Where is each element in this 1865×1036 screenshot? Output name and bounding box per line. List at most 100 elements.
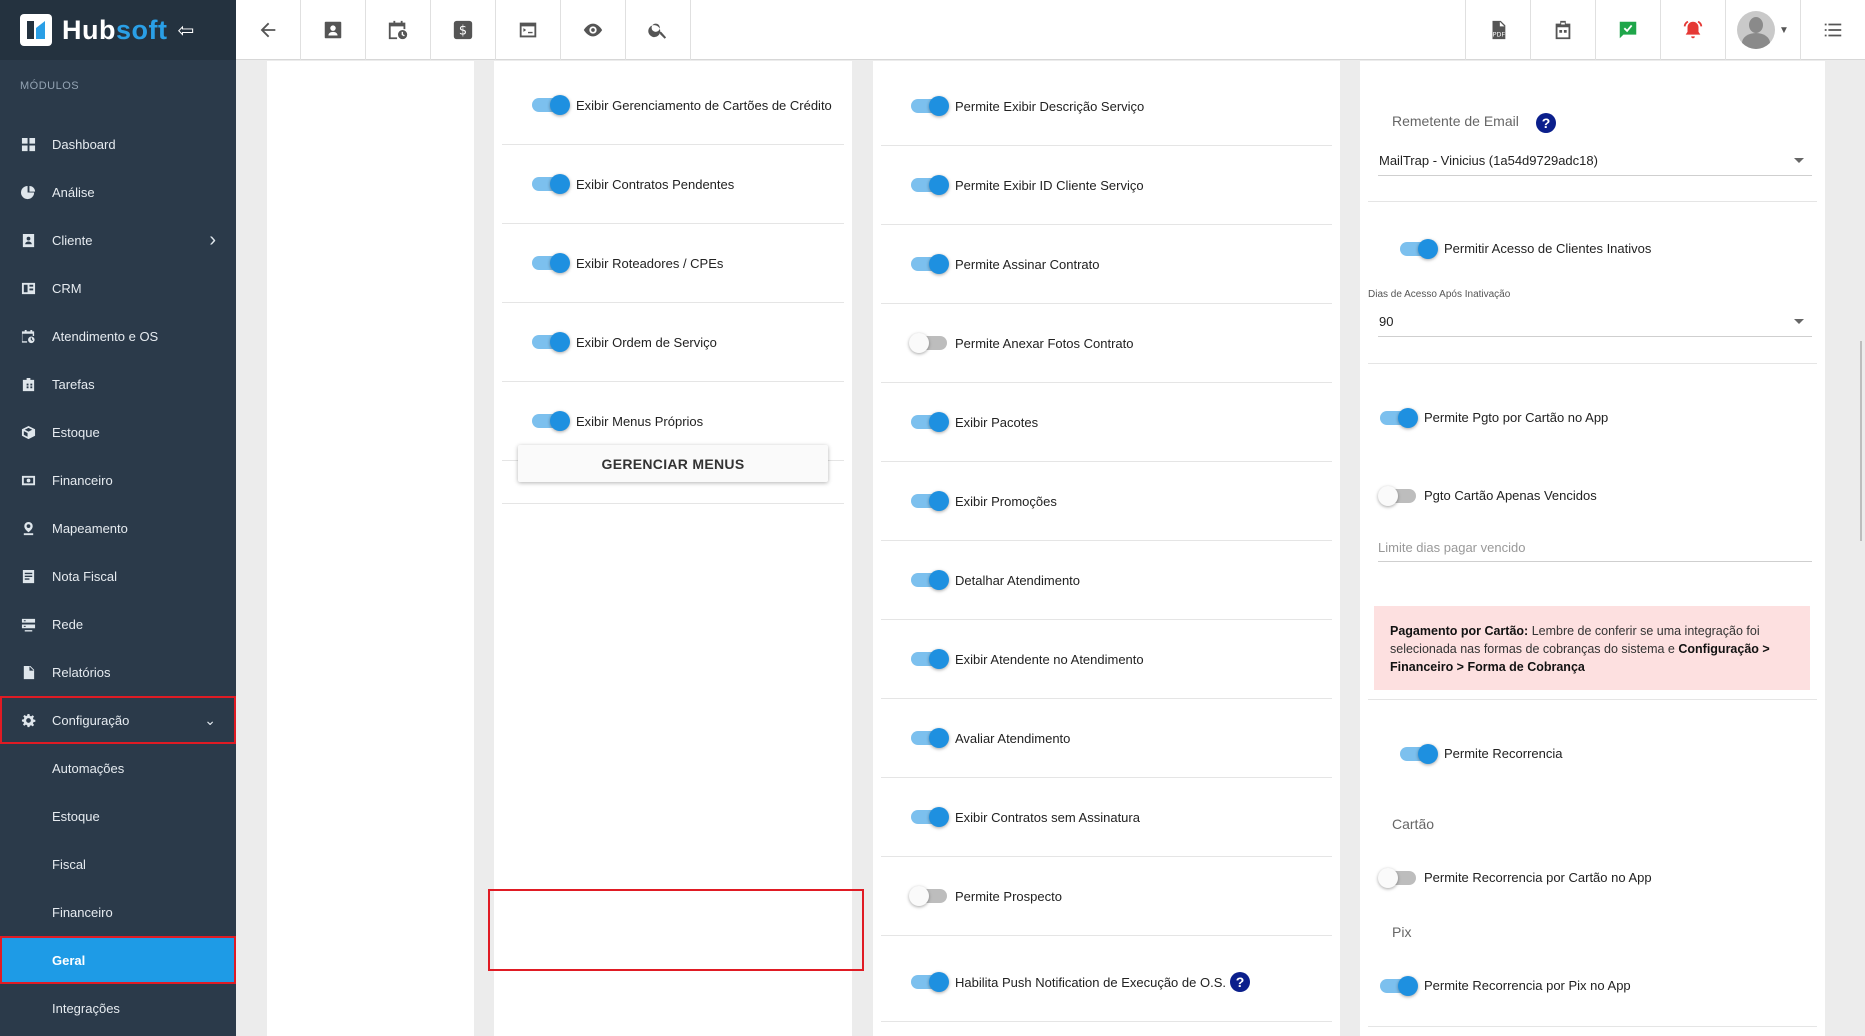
setting-toggle-row[interactable]: Detalhar Atendimento: [881, 541, 1332, 620]
card-overdue-toggle[interactable]: [1378, 485, 1416, 506]
setting-toggle-row[interactable]: Avaliar Atendimento: [881, 699, 1332, 778]
sidebar-subitem-integrações[interactable]: Integrações: [0, 984, 236, 1032]
setting-toggle-row[interactable]: Permite Exibir Descrição Serviço: [881, 67, 1332, 146]
gear-icon: [20, 712, 36, 728]
setting-label: Exibir Roteadores / CPEs: [576, 255, 724, 271]
toggle-switch[interactable]: [911, 175, 949, 195]
setting-label: Permite Exibir Descrição Serviço: [955, 98, 1145, 114]
recurrence-toggle[interactable]: [1400, 743, 1438, 764]
recurrence-toggle-row[interactable]: Permite Recorrencia: [1400, 743, 1563, 764]
toggle-switch[interactable]: [532, 174, 570, 194]
sidebar-item-crm[interactable]: CRM: [0, 264, 236, 312]
sidebar-subitem-mapeamento[interactable]: Mapeamento: [0, 1032, 236, 1036]
options-list-button[interactable]: [1800, 0, 1865, 60]
card-payment-toggle-row[interactable]: Permite Pgto por Cartão no App: [1380, 407, 1608, 428]
money-icon: [20, 472, 36, 488]
pdf-button[interactable]: PDF: [1465, 0, 1530, 60]
recurrence-pix-toggle-row[interactable]: Permite Recorrencia por Pix no App: [1380, 975, 1631, 996]
help-icon[interactable]: ?: [1229, 972, 1250, 992]
sidebar-subitem-automações[interactable]: Automações: [0, 744, 236, 792]
setting-toggle-row[interactable]: Exibir Ordem de Serviço: [502, 303, 844, 382]
search-button[interactable]: [626, 0, 691, 60]
divider: [1368, 201, 1817, 202]
back-button[interactable]: [236, 0, 301, 60]
recurrence-card-toggle[interactable]: [1378, 867, 1416, 888]
inactive-access-toggle-row[interactable]: Permitir Acesso de Clientes Inativos: [1400, 238, 1651, 259]
card-payment-toggle[interactable]: [1380, 407, 1418, 428]
chevron-down-icon: ⌄: [204, 711, 216, 728]
toggle-switch[interactable]: [911, 807, 949, 827]
toggle-switch[interactable]: [911, 412, 949, 432]
toggle-switch[interactable]: [911, 96, 949, 116]
sidebar-subitem-fiscal[interactable]: Fiscal: [0, 840, 236, 888]
sidebar-item-configuração[interactable]: Configuração ⌄: [0, 696, 236, 744]
finance-shortcut-button[interactable]: $: [431, 0, 496, 60]
sidebar-item-análise[interactable]: Análise: [0, 168, 236, 216]
setting-toggle-row[interactable]: Permite Anexar Fotos Contrato: [881, 304, 1332, 383]
recurrence-pix-toggle[interactable]: [1380, 975, 1418, 996]
sidebar-item-label: CRM: [52, 280, 82, 296]
scrollbar[interactable]: [1860, 341, 1862, 541]
sidebar-item-mapeamento[interactable]: Mapeamento: [0, 504, 236, 552]
toggle-switch[interactable]: [911, 570, 949, 590]
terminal-button[interactable]: [496, 0, 561, 60]
setting-toggle-row[interactable]: Permite Assinar Contrato: [881, 225, 1332, 304]
toggle-switch[interactable]: [532, 95, 570, 115]
email-sender-select[interactable]: MailTrap - Vinicius (1a54d9729adc18): [1378, 146, 1812, 176]
sidebar-item-financeiro[interactable]: Financeiro: [0, 456, 236, 504]
setting-toggle-row[interactable]: Exibir Contratos Pendentes: [502, 145, 844, 224]
list-icon: [1824, 23, 1842, 37]
setting-toggle-row[interactable]: Exibir Roteadores / CPEs: [502, 224, 844, 303]
toggle-switch[interactable]: [909, 333, 947, 353]
sidebar-item-rede[interactable]: Rede: [0, 600, 236, 648]
sidebar-subitem-estoque[interactable]: Estoque: [0, 792, 236, 840]
sidebar-item-estoque[interactable]: Estoque: [0, 408, 236, 456]
sidebar-subitem-geral[interactable]: Geral: [0, 936, 236, 984]
card-overdue-toggle-row[interactable]: Pgto Cartão Apenas Vencidos: [1378, 485, 1597, 506]
setting-toggle-row[interactable]: Exibir Promoções: [881, 462, 1332, 541]
toggle-switch[interactable]: [911, 254, 949, 274]
setting-toggle-row[interactable]: Exibir Atendente no Atendimento: [881, 620, 1332, 699]
sidebar-item-cliente[interactable]: Cliente ›: [0, 216, 236, 264]
days-access-select[interactable]: 90: [1378, 307, 1812, 337]
sidebar-item-relatórios[interactable]: Relatórios: [0, 648, 236, 696]
help-icon[interactable]: ?: [1536, 113, 1556, 133]
sidebar-item-tarefas[interactable]: Tarefas: [0, 360, 236, 408]
sidebar-item-nota-fiscal[interactable]: Nota Fiscal: [0, 552, 236, 600]
receipt-icon: [20, 568, 36, 584]
top-toolbar: $ PDF ▼: [236, 0, 1865, 60]
setting-toggle-row[interactable]: Permite Prospecto: [881, 857, 1332, 936]
sidebar-item-dashboard[interactable]: Dashboard: [0, 120, 236, 168]
collapse-menu-icon[interactable]: ⇦: [177, 18, 194, 43]
toggle-switch[interactable]: [532, 253, 570, 273]
terminal-icon: [519, 22, 537, 38]
user-menu-button[interactable]: ▼: [1725, 0, 1800, 60]
setting-toggle-row[interactable]: Permite Exibir ID Cliente Serviço: [881, 146, 1332, 225]
view-button[interactable]: [561, 0, 626, 60]
service-calendar-button[interactable]: [366, 0, 431, 60]
setting-toggle-row[interactable]: Habilita Push Notification de Execução d…: [881, 943, 1332, 1022]
toggle-switch[interactable]: [911, 649, 949, 669]
alarms-button[interactable]: [1660, 0, 1725, 60]
toggle-switch[interactable]: [909, 886, 947, 906]
setting-toggle-row[interactable]: Exibir Gerenciamento de Cartões de Crédi…: [502, 66, 844, 145]
blank-panel: [267, 61, 474, 1036]
clients-shortcut-button[interactable]: [301, 0, 366, 60]
inactive-access-toggle[interactable]: [1400, 238, 1438, 259]
sidebar-item-atendimento-e-os[interactable]: Atendimento e OS: [0, 312, 236, 360]
tasks-button[interactable]: [1530, 0, 1595, 60]
sidebar-subitem-financeiro[interactable]: Financeiro: [0, 888, 236, 936]
toggle-switch[interactable]: [911, 728, 949, 748]
map-pin-icon: [20, 520, 36, 536]
recurrence-card-toggle-row[interactable]: Permite Recorrencia por Cartão no App: [1378, 867, 1652, 888]
toggle-switch[interactable]: [532, 332, 570, 352]
toggle-switch[interactable]: [911, 491, 949, 511]
toggle-switch[interactable]: [911, 972, 949, 992]
logo-bar: Hubsoft ⇦: [0, 0, 236, 60]
tasks-icon: [20, 376, 36, 392]
setting-toggle-row[interactable]: Exibir Contratos sem Assinatura: [881, 778, 1332, 857]
setting-label: Detalhar Atendimento: [955, 572, 1081, 588]
approvals-button[interactable]: [1595, 0, 1660, 60]
limit-days-input[interactable]: Limite dias pagar vencido: [1378, 534, 1812, 562]
setting-toggle-row[interactable]: Exibir Pacotes: [881, 383, 1332, 462]
